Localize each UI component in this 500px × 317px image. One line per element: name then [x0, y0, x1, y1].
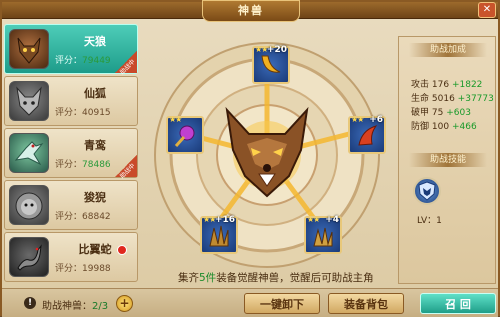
stat-hp: 生命 5016 +37773 — [411, 94, 494, 104]
unequip-all-button[interactable]: 一键卸下 — [244, 293, 320, 314]
stat-armor-break: 破甲 75 +603 — [411, 108, 471, 118]
beast-window: 神兽 ✕ 天狼 评分：79449 助战中 仙狐 评分：40915 青鸾 评分：7… — [0, 0, 500, 317]
equip-slot-orb[interactable]: ★★ — [166, 115, 204, 154]
assist-count: 助战神兽：2/3 — [42, 301, 109, 312]
fox-portrait-icon — [9, 81, 49, 121]
beast-list: 天狼 评分：79449 助战中 仙狐 评分：40915 青鸾 评分：78486 … — [4, 20, 140, 286]
stat-defense: 防御 100 +466 — [411, 122, 477, 132]
assist-badge: 助战中 — [115, 155, 137, 180]
bottom-bar: ! 助战神兽：2/3 + 一键卸下 装备背包 召 回 — [2, 288, 498, 317]
beast-item-biyishe[interactable]: 比翼蛇 评分：19988 — [4, 232, 138, 282]
beast-item-xianhu[interactable]: 仙狐 评分：40915 — [4, 76, 138, 126]
beast-score: 评分：40915 — [55, 108, 111, 118]
beast-score: 评分：68842 — [55, 212, 111, 222]
beast-name: 青鸾 — [84, 139, 106, 152]
info-icon[interactable]: ! — [24, 297, 36, 309]
skill-level: LV：1 — [417, 216, 442, 226]
summon-button[interactable]: 召 回 — [420, 293, 496, 314]
snake-portrait-icon — [9, 237, 49, 277]
beast-score: 评分：78486 — [55, 160, 111, 170]
beast-name: 仙狐 — [84, 87, 106, 100]
equip-slot-claw-right[interactable]: ★★ +4 — [304, 215, 342, 254]
add-slot-button[interactable]: + — [116, 295, 133, 312]
close-button[interactable]: ✕ — [478, 2, 496, 18]
skill-title: 助战技能 — [409, 153, 487, 167]
equip-slot-red-horn[interactable]: ★★ +6 — [348, 115, 386, 154]
beast-name: 狻猊 — [84, 191, 106, 204]
beast-item-qingluan[interactable]: 青鸾 评分：78486 助战中 — [4, 128, 138, 180]
notification-dot — [117, 245, 127, 255]
attribute-panel: 助战加成 攻击 176 +1822 生命 5016 +37773 破甲 75 +… — [398, 36, 496, 284]
equipment-ring: ★★ +20 ★★ ★★ +6 ★★ +16 ★★ +4 — [142, 20, 392, 286]
wolf-head-icon — [225, 106, 309, 198]
beast-score: 评分：79449 — [55, 56, 111, 66]
beast-name: 天狼 — [84, 35, 106, 48]
assist-badge: 助战中 — [115, 51, 137, 76]
bird-portrait-icon — [9, 133, 49, 173]
wolf-shield-icon[interactable] — [413, 177, 441, 205]
equip-slot-horn[interactable]: ★★ +20 — [252, 45, 290, 84]
beast-score: 评分：19988 — [55, 264, 111, 274]
lion-portrait-icon — [9, 185, 49, 225]
window-title: 神兽 — [202, 0, 300, 22]
beast-item-tianlang[interactable]: 天狼 评分：79449 助战中 — [4, 24, 138, 76]
awaken-hint: 集齐5件装备觉醒神兽，觉醒后可助战主角 — [178, 272, 374, 284]
stat-attack: 攻击 176 +1822 — [411, 80, 483, 90]
equipment-bag-button[interactable]: 装备背包 — [328, 293, 404, 314]
wolf-portrait-icon — [9, 29, 49, 69]
title-bar: 神兽 ✕ — [2, 0, 498, 22]
bonus-title: 助战加成 — [409, 43, 487, 57]
beast-item-suanni[interactable]: 狻猊 评分：68842 — [4, 180, 138, 230]
equip-slot-claw-left[interactable]: ★★ +16 — [200, 215, 238, 254]
